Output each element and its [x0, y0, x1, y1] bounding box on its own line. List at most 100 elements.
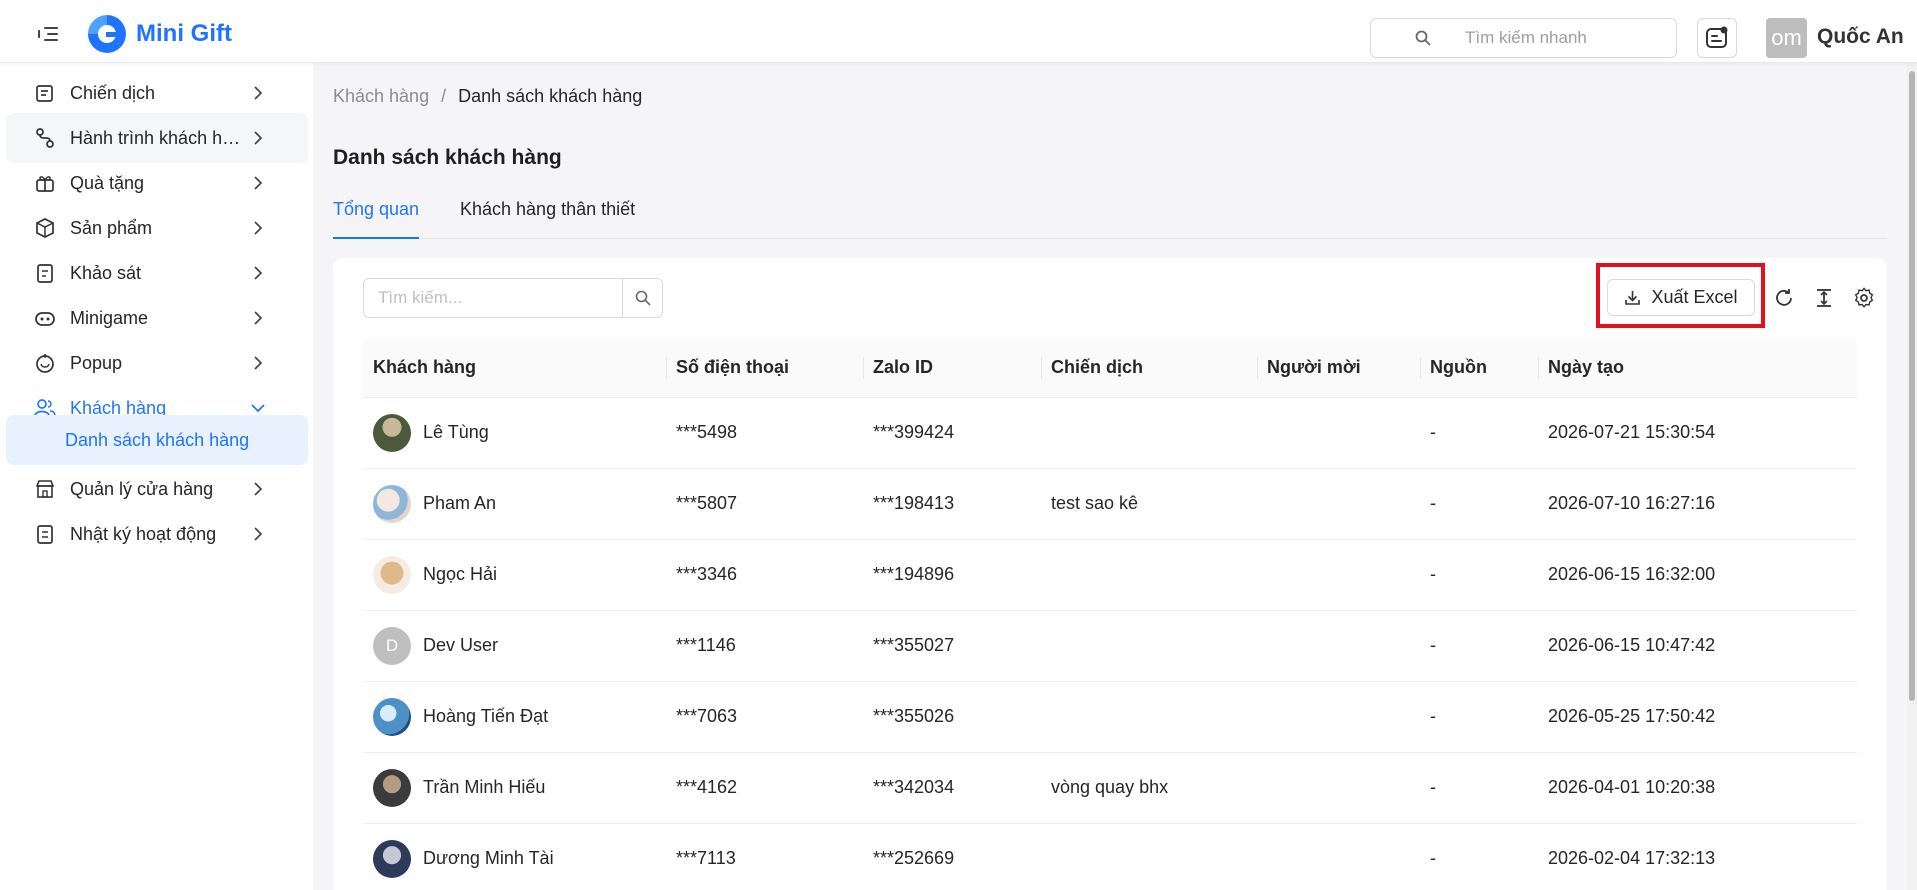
- top-header: Mini Gift Tìm kiếm nhanh om Quốc An: [0, 0, 1917, 63]
- main-content: Khách hàng / Danh sách khách hàng Danh s…: [313, 63, 1917, 890]
- chat-bot-icon: [1706, 26, 1728, 48]
- customer-source: -: [1420, 468, 1538, 540]
- table-row[interactable]: Lê Tùng ***5498 ***399424 - 2026-07-21 1…: [363, 397, 1857, 469]
- customer-zalo-id: ***355027: [863, 610, 1041, 682]
- customer-created-at: 2026-05-25 17:50:42: [1538, 681, 1857, 753]
- sidebar-item-activity-log[interactable]: Nhật ký hoạt động: [6, 509, 308, 559]
- customer-avatar: [373, 555, 411, 594]
- customer-name: Lê Tùng: [423, 422, 489, 442]
- customer-created-at: 2026-07-21 15:30:54: [1538, 397, 1857, 469]
- chevron-right-icon: [254, 131, 263, 145]
- customer-phone: ***5807: [666, 468, 863, 540]
- sidebar-subitem-label: Danh sách khách hàng: [65, 429, 250, 450]
- customer-campaign: [1041, 539, 1257, 611]
- table-search-input[interactable]: Tìm kiếm...: [364, 279, 622, 317]
- sidebar-item-campaign[interactable]: Chiến dịch: [6, 68, 308, 118]
- chevron-right-icon: [254, 266, 263, 280]
- tab-bar: Tổng quan Khách hàng thân thiết: [333, 199, 1887, 239]
- column-header-zalo-id[interactable]: Zalo ID: [863, 339, 1041, 398]
- chevron-right-icon: [254, 86, 263, 100]
- table-row[interactable]: Ngọc Hải ***3346 ***194896 - 2026-06-15 …: [363, 539, 1857, 611]
- quick-search-placeholder: Tìm kiếm nhanh: [1465, 28, 1587, 47]
- customer-created-at: 2026-02-04 17:32:13: [1538, 823, 1857, 890]
- column-header-campaign[interactable]: Chiến dịch: [1041, 339, 1257, 398]
- customer-zalo-id: ***198413: [863, 468, 1041, 540]
- sidebar-item-label: Minigame: [70, 307, 149, 328]
- customer-avatar: [373, 839, 411, 878]
- export-excel-button[interactable]: Xuất Excel: [1607, 279, 1755, 316]
- column-header-phone[interactable]: Số điện thoại: [666, 339, 863, 398]
- sidebar-item-products[interactable]: Sản phẩm: [6, 203, 308, 253]
- sidebar-item-popup[interactable]: Popup: [6, 338, 308, 388]
- brand-logo[interactable]: Mini Gift: [88, 15, 232, 53]
- reload-icon[interactable]: [1773, 287, 1795, 309]
- sidebar-item-survey[interactable]: Khảo sát: [6, 248, 308, 298]
- table-header-row: Khách hàng Số điện thoại Zalo ID Chiến d…: [363, 339, 1857, 398]
- column-header-created[interactable]: Ngày tạo: [1538, 339, 1857, 398]
- campaign-icon: [36, 85, 53, 102]
- sidebar-item-label: Quà tặng: [70, 172, 145, 193]
- chevron-right-icon: [254, 311, 263, 325]
- customer-inviter: [1257, 468, 1420, 540]
- breadcrumb: Khách hàng / Danh sách khách hàng: [333, 86, 642, 107]
- customer-zalo-id: ***355026: [863, 681, 1041, 753]
- sidebar: Chiến dịch Hành trình khách hàng Quà tặn…: [0, 63, 313, 890]
- menu-collapse-icon[interactable]: [38, 27, 60, 41]
- customer-table-card: Tìm kiếm... Xuất Excel Khách hàng Số điệ…: [333, 258, 1887, 890]
- logo-icon: [88, 15, 126, 53]
- chevron-right-icon: [254, 221, 263, 235]
- scrollbar-thumb[interactable]: [1909, 71, 1915, 701]
- customer-name: Pham An: [423, 493, 497, 513]
- breadcrumb-parent[interactable]: Khách hàng: [333, 86, 429, 107]
- sidebar-subitem-customer-list[interactable]: Danh sách khách hàng: [6, 415, 308, 465]
- customer-name: Trần Minh Hiếu: [423, 777, 546, 797]
- sidebar-item-store-management[interactable]: Quản lý cửa hàng: [6, 464, 308, 514]
- customer-created-at: 2026-06-15 10:47:42: [1538, 610, 1857, 682]
- customer-phone: ***7113: [666, 823, 863, 890]
- chevron-right-icon: [254, 527, 263, 541]
- customer-source: -: [1420, 752, 1538, 824]
- customer-source: -: [1420, 681, 1538, 753]
- customer-phone: ***5498: [666, 397, 863, 469]
- journey-icon: [36, 128, 54, 148]
- customer-inviter: [1257, 539, 1420, 611]
- column-header-inviter[interactable]: Người mời: [1257, 339, 1420, 398]
- user-name[interactable]: Quốc An: [1817, 25, 1904, 49]
- customer-table: Khách hàng Số điện thoại Zalo ID Chiến d…: [363, 339, 1857, 890]
- export-excel-label: Xuất Excel: [1651, 287, 1738, 307]
- user-avatar[interactable]: om: [1766, 18, 1807, 58]
- settings-gear-icon[interactable]: [1853, 287, 1875, 309]
- breadcrumb-separator: /: [441, 86, 447, 106]
- log-icon: [37, 525, 53, 544]
- tab-loyal-customers[interactable]: Khách hàng thân thiết: [460, 199, 635, 232]
- notification-button[interactable]: [1697, 18, 1737, 58]
- customer-campaign: [1041, 397, 1257, 469]
- column-header-customer[interactable]: Khách hàng: [363, 339, 666, 398]
- table-row[interactable]: Dương Minh Tài ***7113 ***252669 - 2026-…: [363, 823, 1857, 890]
- sidebar-item-label: Nhật ký hoạt động: [70, 523, 217, 544]
- customer-source: -: [1420, 823, 1538, 890]
- table-row[interactable]: Trần Minh Hiếu ***4162 ***342034 vòng qu…: [363, 752, 1857, 824]
- sidebar-item-label: Hành trình khách hàng: [70, 127, 248, 148]
- column-header-source[interactable]: Nguồn: [1420, 339, 1538, 398]
- gamepad-icon: [35, 312, 55, 326]
- sidebar-item-minigame[interactable]: Minigame: [6, 293, 308, 343]
- sidebar-item-label: Sản phẩm: [70, 217, 153, 238]
- customer-phone: ***3346: [666, 539, 863, 611]
- table-row[interactable]: D Dev User ***1146 ***355027 - 2026-06-15…: [363, 610, 1857, 682]
- download-icon: [1625, 291, 1641, 305]
- sidebar-item-gifts[interactable]: Quà tặng: [6, 158, 308, 208]
- sidebar-item-journey[interactable]: Hành trình khách hàng: [6, 113, 308, 163]
- customer-inviter: [1257, 752, 1420, 824]
- table-search-button[interactable]: [622, 279, 662, 317]
- customer-zalo-id: ***194896: [863, 539, 1041, 611]
- quick-search-input[interactable]: Tìm kiếm nhanh: [1370, 18, 1677, 58]
- popup-icon: [36, 354, 54, 373]
- tab-overview[interactable]: Tổng quan: [333, 199, 420, 239]
- table-row[interactable]: Hoàng Tiến Đạt ***7063 ***355026 - 2026-…: [363, 681, 1857, 753]
- table-row[interactable]: Pham An ***5807 ***198413 test sao kê - …: [363, 468, 1857, 540]
- column-height-icon[interactable]: [1813, 287, 1835, 309]
- page-scrollbar[interactable]: [1907, 63, 1917, 890]
- chevron-right-icon: [254, 176, 263, 190]
- customer-zalo-id: ***399424: [863, 397, 1041, 469]
